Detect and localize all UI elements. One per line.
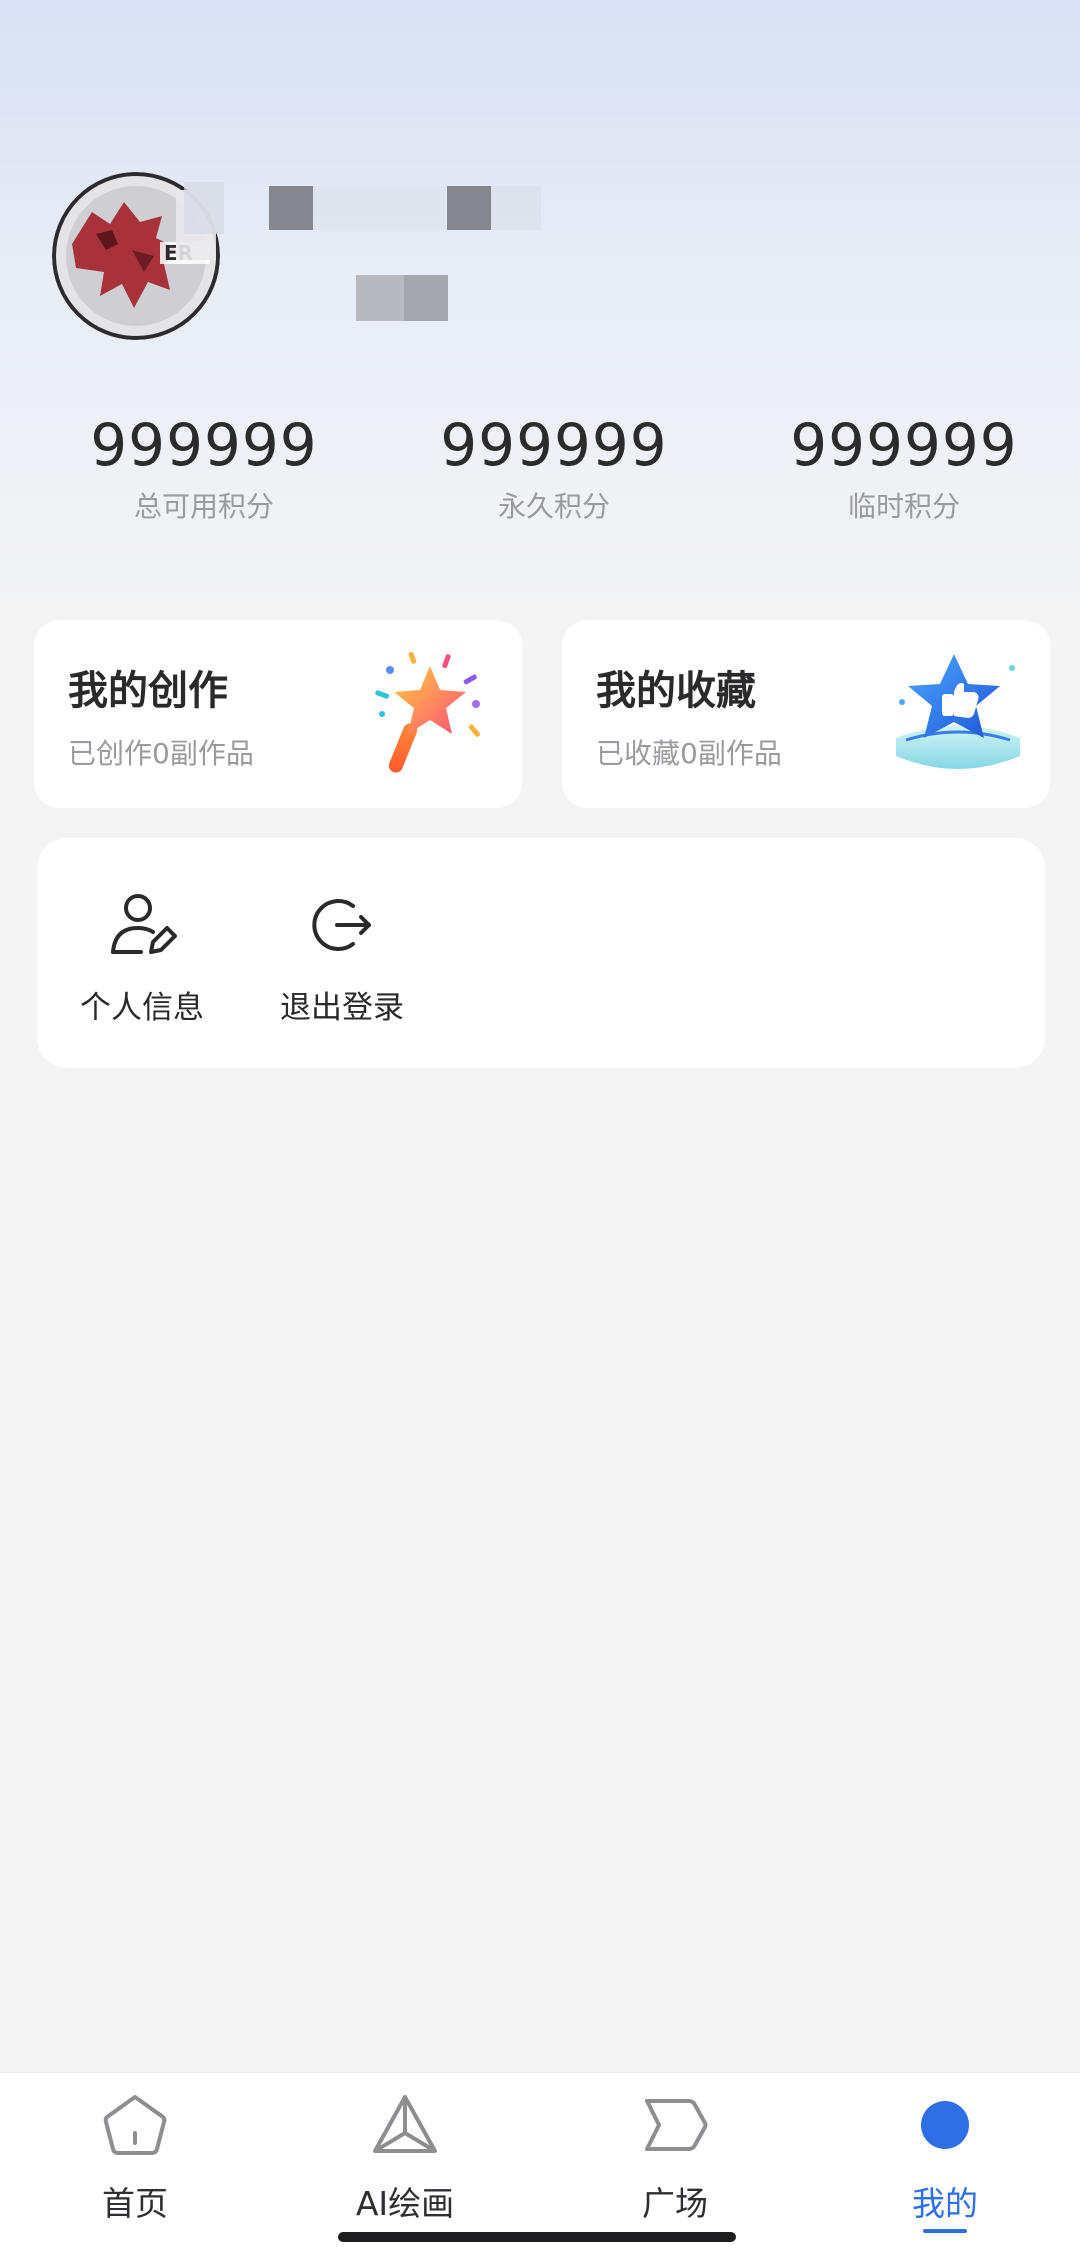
stat-label: 临时积分 — [847, 490, 960, 523]
tab-plaza[interactable]: 广场 — [575, 2091, 775, 2225]
tab-label: 广场 — [642, 2184, 708, 2223]
tab-label: 我的 — [912, 2184, 978, 2223]
chevron-tag-icon — [645, 2099, 708, 2151]
profile-dot-icon — [921, 2101, 969, 2149]
user-id-redacted — [356, 275, 452, 321]
personal-info-button[interactable]: 个人信息 — [67, 890, 217, 1027]
stat-permanent: 999999 永久积分 — [404, 405, 704, 527]
tab-label: 首页 — [102, 2184, 168, 2223]
username-redacted — [184, 182, 682, 234]
tab-ai-painting[interactable]: AI绘画 — [305, 2091, 505, 2225]
points-stats: 999999 总可用积分 999999 永久积分 999999 临时积分 — [0, 405, 1080, 535]
func-label: 个人信息 — [80, 990, 204, 1026]
bottom-tab-bar: 首页 AI绘画 广场 我的 — [0, 2072, 1080, 2259]
stat-value: 999999 — [440, 411, 668, 479]
thumbs-up-star-icon — [896, 654, 1020, 769]
active-tab-indicator — [923, 2229, 967, 2233]
user-edit-icon — [111, 894, 177, 954]
my-creations-card[interactable]: 我的创作 已创作0副作品 — [34, 620, 522, 808]
tab-mine[interactable]: 我的 — [845, 2091, 1045, 2233]
stat-value: 999999 — [790, 411, 1018, 479]
stat-value: 999999 — [90, 411, 318, 479]
stat-temporary: 999999 临时积分 — [754, 405, 1054, 527]
tab-label: AI绘画 — [355, 2184, 455, 2223]
logout-icon — [312, 899, 371, 951]
home-pentagon-icon — [103, 2095, 167, 2155]
function-panel: 个人信息 退出登录 — [37, 838, 1045, 1068]
stat-label: 永久积分 — [497, 490, 610, 523]
stat-total-available: 999999 总可用积分 — [54, 405, 354, 527]
my-favorites-card[interactable]: 我的收藏 已收藏0副作品 — [562, 620, 1050, 808]
card-subtitle: 已创作0副作品 — [68, 737, 254, 770]
triangle-icon — [373, 2095, 437, 2153]
home-indicator[interactable] — [338, 2232, 736, 2242]
func-label: 退出登录 — [280, 990, 404, 1026]
magic-wand-star-icon — [375, 651, 480, 773]
stat-label: 总可用积分 — [133, 490, 274, 523]
card-title: 我的创作 — [68, 668, 228, 714]
card-title: 我的收藏 — [596, 668, 756, 714]
tab-home[interactable]: 首页 — [35, 2091, 235, 2225]
logout-button[interactable]: 退出登录 — [267, 890, 417, 1027]
card-subtitle: 已收藏0副作品 — [596, 737, 782, 770]
